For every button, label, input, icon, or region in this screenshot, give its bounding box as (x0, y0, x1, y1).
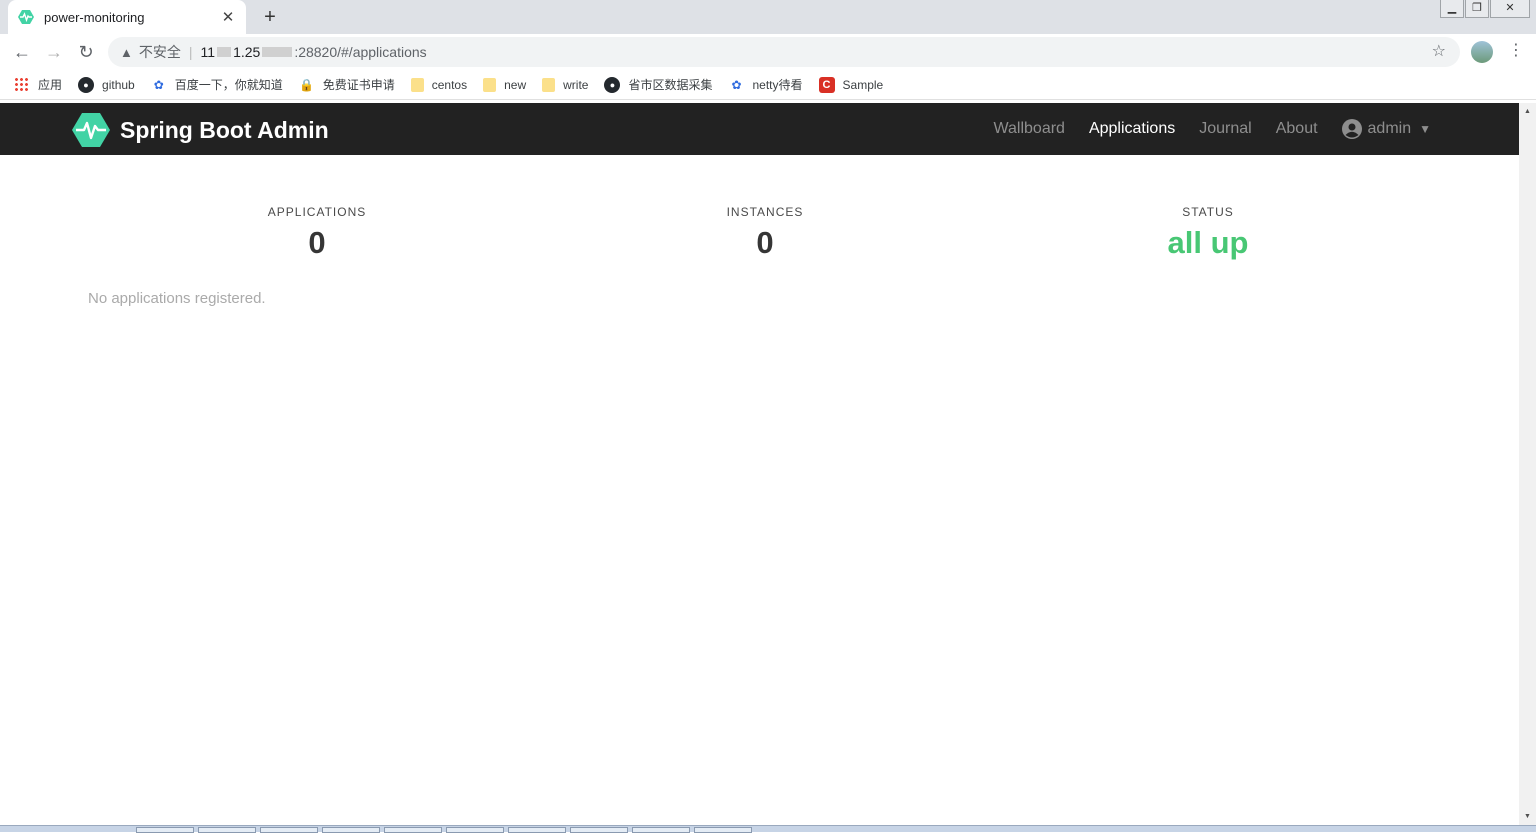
taskbar-button[interactable] (260, 827, 318, 833)
bookmark-new[interactable]: new (483, 77, 527, 92)
stat-instances: INSTANCES 0 (615, 205, 915, 261)
nav-wallboard[interactable]: Wallboard (994, 120, 1065, 138)
nav-journal[interactable]: Journal (1199, 120, 1251, 138)
redacted-block (217, 47, 232, 57)
bookmark-label: netty待看 (752, 78, 803, 92)
stat-applications-value: 0 (308, 225, 326, 260)
apps-grid-icon (14, 76, 30, 93)
bookmark-star-icon[interactable]: ☆ (1432, 41, 1446, 61)
bookmark-label: 省市区数据采集 (628, 78, 713, 92)
browser-tab-strip: power-monitoring ✕ + ▁ ❐ ✕ (0, 0, 1536, 34)
warning-triangle-icon: ▲ (120, 44, 133, 60)
empty-applications-message: No applications registered. (88, 290, 266, 307)
taskbar-button[interactable] (570, 827, 628, 833)
folder-icon (410, 77, 424, 92)
taskbar-button[interactable] (322, 827, 380, 833)
stat-instances-value: 0 (756, 225, 774, 260)
bookmark-label: 应用 (38, 78, 63, 92)
url-prefix: 11 (200, 44, 216, 60)
brand-link[interactable]: Spring Boot Admin (72, 111, 329, 149)
bookmark-netty[interactable]: ✿ netty待看 (728, 76, 802, 93)
brand-title: Spring Boot Admin (120, 116, 329, 143)
nav-about[interactable]: About (1276, 120, 1318, 138)
browser-tab[interactable]: power-monitoring ✕ (8, 0, 246, 34)
address-separator: | (188, 44, 193, 60)
spring-boot-admin-logo-icon (72, 113, 110, 147)
bookmark-label: 百度一下，你就知道 (174, 78, 283, 92)
folder-icon (542, 77, 556, 92)
redacted-block (262, 47, 293, 57)
bookmark-free-cert[interactable]: 🔒 免费证书申请 (299, 76, 395, 93)
github-icon: ● (604, 76, 621, 93)
bookmarks-bar: 应用 ● github ✿ 百度一下，你就知道 🔒 免费证书申请 centos … (0, 70, 1536, 100)
back-arrow-icon[interactable]: ← (10, 40, 34, 64)
address-bar[interactable]: ▲ 不安全 | 11 1.25 :28820/#/applications ☆ (108, 37, 1460, 67)
close-window-icon[interactable]: ✕ (1490, 0, 1530, 18)
user-menu[interactable]: admin ▼ (1341, 119, 1431, 139)
bookmark-baidu[interactable]: ✿ 百度一下，你就知道 (151, 76, 283, 93)
github-icon: ● (78, 76, 95, 93)
taskbar-button[interactable] (136, 827, 194, 833)
browser-menu-icon[interactable]: ⋮ (1508, 40, 1524, 60)
stat-status: STATUS all up (1058, 205, 1358, 261)
bookmark-label: write (563, 77, 589, 92)
user-circle-icon (1341, 119, 1362, 139)
stat-instances-label: INSTANCES (726, 205, 804, 219)
stat-applications-label: APPLICATIONS (267, 205, 367, 219)
baidu-paw-icon: ✿ (731, 77, 742, 92)
bookmark-label: github (102, 77, 135, 92)
bookmark-region-data[interactable]: ● 省市区数据采集 (604, 76, 712, 93)
bookmark-centos[interactable]: centos (410, 77, 468, 92)
page-scrollbar[interactable]: ▲ ▼ (1519, 103, 1536, 825)
minimize-window-icon[interactable]: ▁ (1440, 0, 1464, 18)
stat-status-label: STATUS (1182, 205, 1234, 219)
sample-c-icon: C (818, 76, 835, 93)
bookmark-label: 免费证书申请 (322, 78, 395, 92)
app-navbar: Spring Boot Admin Wallboard Applications… (0, 103, 1519, 155)
taskbar-button[interactable] (632, 827, 690, 833)
profile-avatar[interactable] (1471, 41, 1493, 63)
forward-arrow-icon[interactable]: → (42, 40, 66, 64)
folder-icon (483, 77, 497, 92)
browser-toolbar: ← → ↻ ▲ 不安全 | 11 1.25 :28820/#/application… (0, 34, 1536, 70)
scroll-down-icon[interactable]: ▼ (1519, 808, 1536, 825)
restore-window-icon[interactable]: ❐ (1465, 0, 1489, 18)
stat-applications: APPLICATIONS 0 (167, 205, 467, 261)
spring-boot-admin-favicon (18, 10, 34, 24)
bookmark-apps[interactable]: 应用 (14, 76, 62, 93)
bookmark-label: Sample (842, 77, 884, 92)
bookmark-github[interactable]: ● github (78, 76, 135, 93)
os-taskbar (0, 825, 1536, 833)
insecure-label: 不安全 (138, 44, 181, 60)
stats-summary: APPLICATIONS 0 INSTANCES 0 STATUS all up (0, 205, 1519, 275)
bookmark-label: new (504, 77, 527, 92)
chevron-down-icon: ▼ (1419, 122, 1431, 136)
new-tab-button[interactable]: + (258, 5, 282, 29)
taskbar-button[interactable] (694, 827, 752, 833)
lock-icon: 🔒 (299, 77, 315, 92)
bookmark-write[interactable]: write (542, 77, 589, 92)
close-tab-icon[interactable]: ✕ (220, 8, 236, 26)
taskbar-button[interactable] (198, 827, 256, 833)
main-nav: Wallboard Applications Journal About adm… (970, 103, 1431, 155)
taskbar-button[interactable] (446, 827, 504, 833)
reload-icon[interactable]: ↻ (74, 40, 98, 64)
nav-applications[interactable]: Applications (1089, 120, 1175, 138)
tab-title: power-monitoring (44, 9, 145, 25)
bookmark-label: centos (431, 77, 468, 92)
url-host-partial: 1.25 (233, 44, 261, 60)
scroll-up-icon[interactable]: ▲ (1519, 103, 1536, 120)
baidu-paw-icon: ✿ (153, 77, 164, 92)
taskbar-button[interactable] (384, 827, 442, 833)
url-suffix: :28820/#/applications (294, 44, 427, 60)
taskbar-button[interactable] (508, 827, 566, 833)
user-name: admin (1367, 120, 1412, 137)
stat-status-value: all up (1167, 225, 1249, 260)
address-url: 11 1.25 :28820/#/applications (201, 44, 427, 60)
bookmark-sample[interactable]: C Sample (818, 76, 884, 93)
